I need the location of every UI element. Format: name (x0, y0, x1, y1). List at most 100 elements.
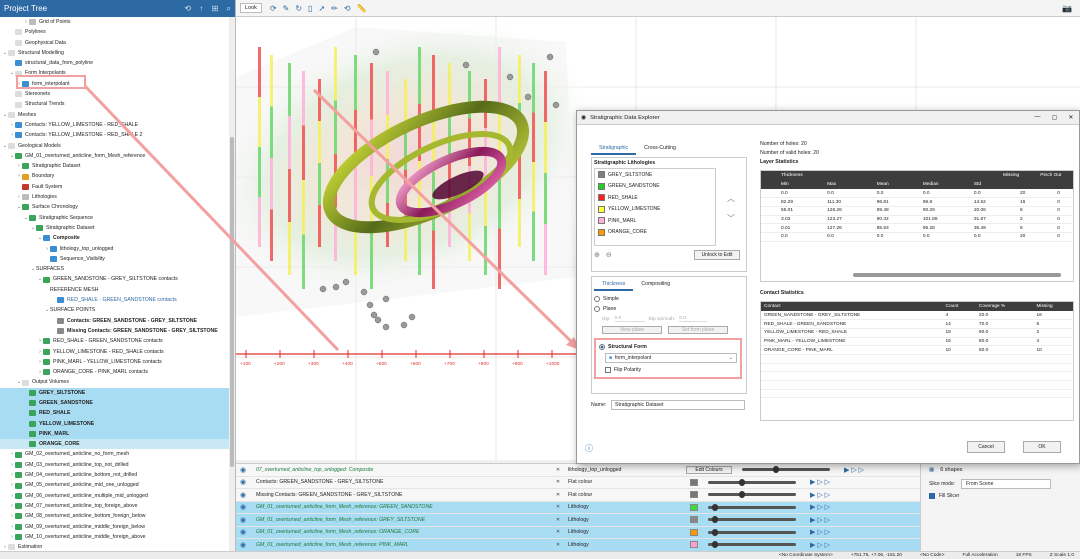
rotate-icon[interactable]: ⟳ (270, 4, 277, 13)
tree-item[interactable]: ⌄ Stratigraphic Dataset (0, 223, 230, 233)
remove-shape-icon[interactable]: ✕ (550, 542, 566, 548)
shape-row[interactable]: ◉ GM_01_overturned_anticline_form_Mesh_re… (236, 514, 920, 527)
opacity-slider[interactable] (708, 528, 796, 536)
tree-item[interactable]: Stereonets (0, 89, 230, 99)
remove-shape-icon[interactable]: ✕ (550, 492, 566, 498)
table-row[interactable]: 55.01 126.26 89.48 90.29 20.06 6 0 (761, 206, 1073, 216)
colour-swatch[interactable] (690, 516, 698, 524)
tree-item[interactable]: › YELLOW_LIMESTONE - RED_SHALE contacts (0, 347, 230, 357)
slice-mode-dropdown[interactable]: From Scene (961, 479, 1052, 489)
tree-item[interactable]: REFERENCE MESH (0, 285, 230, 295)
opacity-slider[interactable] (708, 541, 796, 549)
pen-icon[interactable]: ✎ (283, 4, 290, 13)
table-row[interactable]: PINK_MARL - YELLOW_LIMESTONE 16 80.0 4 (761, 337, 1073, 347)
remove-shape-icon[interactable]: ✕ (550, 479, 566, 485)
tab-cross-cutting[interactable]: Cross-Cutting (636, 143, 684, 155)
look-dropdown[interactable]: Look (240, 3, 262, 13)
tree-item[interactable]: ⌄ GREEN_SANDSTONE - GREY_SILTSTONE contac… (0, 274, 230, 284)
name-input[interactable]: Stratigraphic Dataset (611, 400, 745, 410)
table-row[interactable]: 82.29 111.30 96.81 96.8 14.52 16 0 (761, 197, 1073, 207)
contact-statistics-table[interactable]: Contact Count Coverage % Missing GREEN_SANDS… (760, 301, 1074, 421)
colour-swatch[interactable] (690, 528, 698, 536)
tree-item[interactable]: YELLOW_LIMESTONE (0, 418, 230, 429)
opacity-slider[interactable] (742, 466, 830, 474)
structural-form-option[interactable]: Structural Form (599, 342, 737, 352)
tree-item[interactable]: PINK_MARL (0, 428, 230, 440)
cancel-button[interactable]: Cancel (967, 441, 1005, 453)
tree-item[interactable]: Fault System (0, 182, 230, 192)
colour-swatch[interactable] (690, 491, 698, 499)
opacity-slider[interactable] (708, 503, 796, 511)
remove-shape-icon[interactable]: ✕ (550, 467, 566, 473)
table-row[interactable]: ORANGE_CORE - PINK_MARL 10 50.0 10 (761, 345, 1073, 355)
unlock-to-edit-button[interactable]: Unlock to Edit (694, 250, 740, 260)
eye-icon[interactable]: ◉ (236, 516, 250, 524)
tree-item[interactable]: Contacts: GREEN_SANDSTONE - GREY_SILTSTO… (0, 316, 230, 326)
draw-icon[interactable]: ✏ (331, 4, 338, 13)
tree-item[interactable]: › GM_09_overturned_anticline_middle_forei… (0, 522, 230, 532)
tree-item[interactable]: ⌄ Output Volumes (0, 377, 230, 387)
tree-item[interactable]: ORANGE_CORE (0, 439, 230, 450)
shape-row[interactable]: ◉ Missing Contacts: GREEN_SANDSTONE - GRE… (236, 489, 920, 502)
shape-row[interactable]: ◉ Contacts: GREEN_SANDSTONE - GREY_SILTST… (236, 477, 920, 489)
shape-row[interactable]: ◉ 07_overturned_anticline_top_unlogged: C… (236, 464, 920, 477)
table-row[interactable]: 3.03 123.27 90.32 101.86 31.67 2 0 (761, 215, 1073, 225)
code-indicator[interactable]: <No Code> (920, 553, 945, 558)
edit-colours-button[interactable]: Edit Colours (686, 465, 732, 474)
tree-item[interactable]: RED_SHALE (0, 408, 230, 419)
layer-statistics-table[interactable]: Thickness Missing Pinch Out Min Max Mean Media… (760, 170, 1074, 282)
tree-item[interactable]: Sequence_Visibility (0, 254, 230, 264)
opacity-slider[interactable] (708, 491, 796, 499)
tree-item[interactable]: › GM_07_overturned_anticline_top_foreign_… (0, 501, 230, 511)
set-from-plane-button[interactable]: Set from plane (668, 326, 728, 334)
playback-icons[interactable]: ▶ ▷ ▷ (844, 466, 864, 474)
slice-icon[interactable]: ▯ (308, 4, 312, 13)
tree-item[interactable]: › Stratigraphic Dataset (0, 161, 230, 171)
remove-shape-icon[interactable]: ✕ (550, 529, 566, 535)
eye-icon[interactable]: ◉ (236, 491, 250, 499)
tree-item[interactable]: › GM_10_overturned_anticline_middle_forei… (0, 532, 230, 542)
playback-icons[interactable]: ▶ ▷ ▷ (810, 516, 830, 524)
tree-item[interactable]: › Contacts: YELLOW_LIMESTONE - RED_SHALE (0, 120, 230, 130)
search-icon[interactable]: ⌕ (227, 4, 231, 13)
lithology-item[interactable]: PINK_MARL (595, 215, 715, 227)
colour-mode[interactable]: Flat colour (566, 492, 686, 498)
lithology-item[interactable]: ORANGE_CORE (595, 227, 715, 239)
tree-item[interactable]: Structural Trends (0, 99, 230, 109)
form-interpolant-dropdown[interactable]: ■ form_interpolant ⌄ (605, 353, 737, 363)
table-row[interactable]: 0.0 0.0 0.0 0.0 0.0 20 0 (761, 189, 1073, 199)
z-scale[interactable]: Z Scale 1.0 (1050, 553, 1074, 558)
tree-item[interactable]: ⌄ Stratigraphic Sequence (0, 213, 230, 223)
tree-item[interactable]: GREY_SILTSTONE (0, 387, 230, 398)
colour-mode[interactable]: Lithology (566, 529, 686, 535)
eye-icon[interactable]: ◉ (236, 503, 250, 511)
eye-icon[interactable]: ◉ (236, 541, 250, 549)
close-icon[interactable]: ✕ (1068, 114, 1073, 121)
table-row[interactable]: YELLOW_LIMESTONE - RED_SHALE 18 90.0 2 (761, 328, 1073, 338)
table-row[interactable]: 0.01 127.26 85.93 95.28 35.49 6 0 (761, 223, 1073, 233)
plane-option[interactable]: Plane (594, 304, 744, 314)
eye-icon[interactable]: ◉ (236, 478, 250, 486)
tree-item[interactable]: › lithology_top_unlogged (0, 244, 230, 254)
tree-item[interactable]: ⌄ GM_01_overturned_anticline_form_Mesh_re… (0, 151, 230, 161)
lithology-item[interactable]: RED_SHALE (595, 192, 715, 204)
playback-icons[interactable]: ▶ ▷ ▷ (810, 491, 830, 499)
tree-item[interactable]: › GM_02_overturned_anticline_no_form_mesh (0, 449, 230, 459)
maximize-icon[interactable]: ▢ (1052, 114, 1058, 121)
table-row[interactable]: GREEN_SANDSTONE - GREY_SILTSTONE 4 20.0 16 (761, 311, 1073, 321)
tree-item[interactable]: ⌄ SURFACE POINTS (0, 305, 230, 315)
tree-item[interactable]: › RED_SHALE - GREEN_SANDSTONE contacts (0, 336, 230, 346)
tree-options-icon[interactable]: ⊞ (212, 4, 219, 13)
colour-swatch[interactable] (690, 503, 698, 511)
tree-item[interactable]: RED_SHALE - GREEN_SANDSTONE contacts (0, 295, 230, 305)
opacity-slider[interactable] (708, 516, 796, 524)
tree-item[interactable]: › GM_05_overturned_anticline_mid_one_unlo… (0, 480, 230, 490)
colour-swatch[interactable] (690, 541, 698, 549)
help-icon[interactable]: ⓘ (585, 443, 593, 454)
lithology-item[interactable]: GREEN_SANDSTONE (595, 181, 715, 193)
colour-mode[interactable]: Lithology (566, 517, 686, 523)
view-plane-button[interactable]: View plane (602, 326, 662, 334)
table-row[interactable]: RED_SHALE - GREEN_SANDSTONE 14 70.0 6 (761, 319, 1073, 329)
table-row[interactable]: 0.0 0.0 0.0 0.0 0.0 20 0 (761, 232, 1073, 242)
simple-option[interactable]: Simple (594, 294, 744, 304)
